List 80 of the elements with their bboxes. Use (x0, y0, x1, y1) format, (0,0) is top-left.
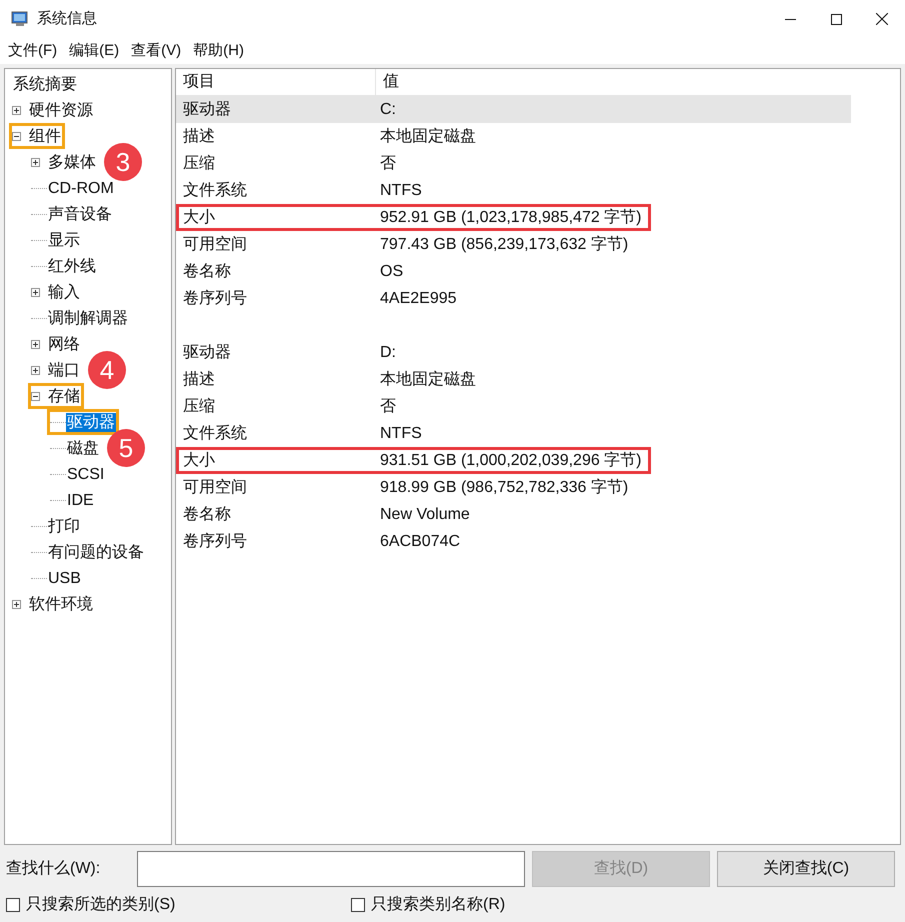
table-cell-text: NTFS (379, 424, 422, 444)
expand-icon[interactable] (31, 288, 40, 296)
table-cell-text: 文件系统 (182, 424, 248, 444)
table-cell-text: D: (379, 342, 396, 362)
tree-item[interactable]: 多媒体 (47, 152, 97, 172)
tree-item[interactable]: 打印 (47, 516, 81, 536)
checkbox[interactable] (6, 898, 20, 912)
tree-item[interactable]: 硬件资源 (28, 100, 94, 120)
table-cell-text: 驱动器 (182, 100, 232, 120)
table-cell-text: 描述 (182, 126, 216, 146)
menu-item[interactable]: 文件(F) (4, 39, 62, 63)
step-badge: 5 (107, 429, 145, 467)
table-cell-text: 卷序列号 (182, 532, 248, 552)
table-cell-text: NTFS (379, 180, 422, 200)
table-cell-text: C: (379, 100, 396, 120)
table-cell-text: OS (379, 262, 404, 282)
maximize-icon (830, 14, 842, 24)
table-cell-text: 本地固定磁盘 (379, 370, 476, 390)
app-icon (11, 11, 29, 27)
tree-item[interactable]: 输入 (47, 282, 81, 302)
tree-item[interactable]: 组件 (28, 126, 62, 146)
table-cell-text: 压缩 (182, 154, 216, 174)
table-cell-text: 卷名称 (182, 504, 232, 524)
find-input[interactable] (137, 851, 525, 887)
tree-item[interactable]: 端口 (47, 360, 81, 380)
table-cell-text: 描述 (182, 370, 216, 390)
expand-icon[interactable] (12, 600, 21, 608)
table-cell-text: 4AE2E995 (379, 288, 457, 308)
expand-icon[interactable] (31, 340, 40, 348)
table-cell-text: 卷名称 (182, 262, 232, 282)
tree-item[interactable]: 红外线 (47, 256, 97, 276)
menu-item[interactable]: 帮助(H) (189, 39, 248, 63)
table-cell-text: 压缩 (182, 396, 216, 416)
window-title: 系统信息 (37, 8, 97, 29)
tree-item[interactable]: IDE (66, 490, 95, 510)
checkbox[interactable] (351, 898, 365, 912)
close-icon (876, 13, 888, 25)
menu-item[interactable]: 编辑(E) (65, 39, 124, 63)
table-cell-text: 可用空间 (182, 234, 248, 254)
table-cell-text: 可用空间 (182, 478, 248, 498)
find-label: 查找什么(W): (6, 858, 102, 879)
table-cell-text: 6ACB074C (379, 532, 460, 552)
selected-row[interactable]: 驱动器 C: (176, 96, 851, 123)
table-cell-text: 否 (379, 396, 396, 416)
expand-icon[interactable] (12, 106, 21, 114)
tree-item[interactable]: 磁盘 (66, 438, 100, 458)
step-badge: 4 (88, 351, 126, 389)
table-cell-text: 797.43 GB (856,239,173,632 字节) (379, 234, 628, 254)
tree-item[interactable]: 存储 (47, 386, 81, 406)
tree-item[interactable]: 显示 (47, 230, 81, 250)
tree-item[interactable]: 有问题的设备 (47, 542, 145, 562)
checkbox-label: 只搜索所选的类别(S) (26, 894, 176, 915)
tree-item[interactable]: 调制解调器 (47, 308, 129, 328)
table-cell-text: 918.99 GB (986,752,782,336 字节) (379, 478, 628, 498)
table-cell-text: 952.91 GB (1,023,178,985,472 字节) (379, 208, 642, 228)
step-badge: 3 (104, 143, 142, 181)
table-cell-text: 否 (379, 154, 396, 174)
expand-icon[interactable] (31, 366, 40, 374)
tree-item[interactable]: 声音设备 (47, 204, 113, 224)
tree-item[interactable]: 网络 (47, 334, 81, 354)
expand-icon[interactable] (31, 158, 40, 166)
collapse-icon[interactable] (12, 132, 21, 140)
table-cell-text: New Volume (379, 504, 470, 524)
menu-item[interactable]: 查看(V) (127, 39, 186, 63)
table-cell-text: 大小 (182, 208, 216, 228)
find-button[interactable]: 关闭查找(C) (717, 851, 895, 887)
tree-item[interactable]: 软件环境 (28, 594, 94, 614)
collapse-icon[interactable] (31, 392, 40, 400)
table-cell-text: 大小 (182, 450, 216, 470)
tree-item[interactable]: 驱动器 (66, 412, 116, 432)
tree-item[interactable]: 系统摘要 (12, 74, 78, 94)
tree-item[interactable]: SCSI (66, 464, 106, 484)
tree-item[interactable]: USB (47, 568, 82, 588)
tree-item[interactable]: CD-ROM (47, 178, 115, 198)
table-cell-text: 卷序列号 (182, 288, 248, 308)
checkbox-label: 只搜索类别名称(R) (371, 894, 506, 915)
table-cell-text: 文件系统 (182, 180, 248, 200)
table-cell-text: 本地固定磁盘 (379, 126, 476, 146)
table-cell-text: 931.51 GB (1,000,202,039,296 字节) (379, 450, 642, 470)
table-cell-text: 驱动器 (182, 342, 232, 362)
